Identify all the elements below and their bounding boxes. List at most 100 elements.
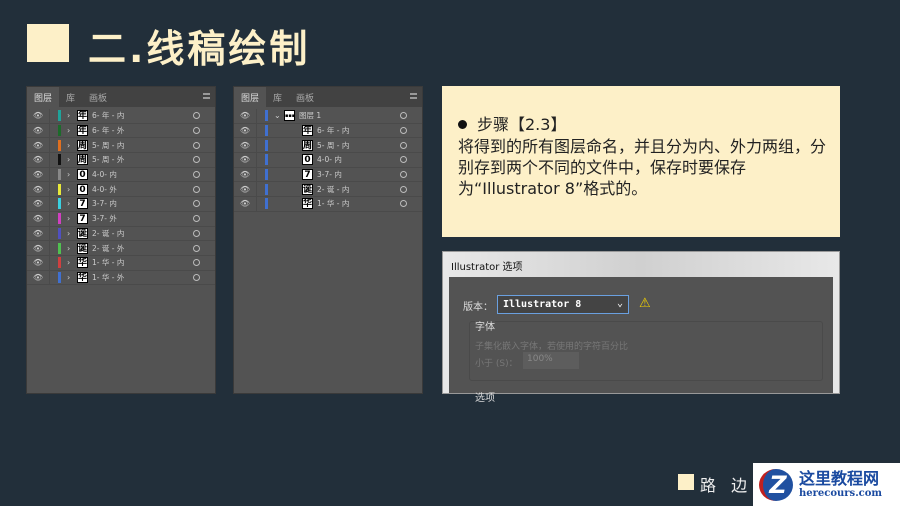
footer-square <box>678 474 694 490</box>
chevron-right-icon[interactable]: › <box>67 273 77 282</box>
eye-icon[interactable]: 👁 <box>27 244 49 253</box>
target-circle-icon[interactable] <box>193 259 200 267</box>
target-circle-icon[interactable] <box>193 273 200 281</box>
eye-icon[interactable]: 👁 <box>27 155 49 164</box>
percent-input[interactable]: 100% <box>523 352 579 369</box>
layer-thumbnail: ▪▪▪ <box>284 110 295 122</box>
tab-libraries[interactable]: 库 <box>266 87 289 107</box>
target-circle-icon[interactable] <box>400 112 407 120</box>
eye-icon[interactable]: 👁 <box>27 170 49 179</box>
layer-row[interactable]: 👁 › 周 5- 周 - 外 <box>27 153 215 168</box>
layer-thumbnail: 华 <box>77 271 88 283</box>
watermark: Z 这里教程网 herecours.com <box>753 463 900 506</box>
target-circle-icon[interactable] <box>400 156 407 164</box>
eye-icon[interactable]: 👁 <box>234 155 256 164</box>
tab-libraries[interactable]: 库 <box>59 87 82 107</box>
eye-icon[interactable]: 👁 <box>27 199 49 208</box>
tab-layers[interactable]: 图层 <box>27 87 60 107</box>
target-circle-icon[interactable] <box>193 141 200 149</box>
target-circle-icon[interactable] <box>400 141 407 149</box>
eye-icon[interactable]: 👁 <box>27 229 49 238</box>
layer-name: 1- 华 - 内 <box>92 258 125 268</box>
chevron-right-icon[interactable]: › <box>67 244 77 253</box>
layer-group-row[interactable]: 👁 ⌄ ▪▪▪ 图层 1 <box>234 109 422 124</box>
target-circle-icon[interactable] <box>193 156 200 164</box>
chevron-right-icon[interactable]: › <box>67 141 77 150</box>
layer-thumbnail: 华 <box>77 257 88 269</box>
eye-icon[interactable]: 👁 <box>234 199 256 208</box>
panel-menu-icon[interactable] <box>203 93 210 99</box>
eye-icon[interactable]: 👁 <box>234 111 256 120</box>
layer-name: 4-0- 内 <box>317 155 342 165</box>
panel-menu-icon[interactable] <box>410 93 417 99</box>
layer-row[interactable]: 👁 年 6- 年 - 内 <box>234 123 422 139</box>
layer-row[interactable]: 👁 诞 2- 诞 - 内 <box>234 182 422 198</box>
eye-icon[interactable]: 👁 <box>234 185 256 194</box>
tab-artboards[interactable]: 画板 <box>289 87 321 107</box>
tab-layers[interactable]: 图层 <box>234 87 267 107</box>
target-circle-icon[interactable] <box>400 127 407 135</box>
layer-row[interactable]: 👁 › 周 5- 周 - 内 <box>27 138 215 154</box>
layer-row[interactable]: 👁 › 0 4-0- 内 <box>27 167 215 183</box>
target-circle-icon[interactable] <box>193 200 200 208</box>
target-circle-icon[interactable] <box>400 200 407 208</box>
layer-row[interactable]: 👁 › 诞 2- 诞 - 外 <box>27 241 215 256</box>
chevron-right-icon[interactable]: › <box>67 199 77 208</box>
eye-icon[interactable]: 👁 <box>27 141 49 150</box>
eye-icon[interactable]: 👁 <box>234 141 256 150</box>
layer-row[interactable]: 👁 › 华 1- 华 - 外 <box>27 270 215 286</box>
chevron-right-icon[interactable]: › <box>67 155 77 164</box>
layer-row[interactable]: 👁 周 5- 周 - 内 <box>234 138 422 154</box>
layer-row[interactable]: 👁 › 诞 2- 诞 - 内 <box>27 226 215 242</box>
layer-name: 6- 年 - 内 <box>317 126 350 136</box>
chevron-right-icon[interactable]: › <box>67 258 77 267</box>
chevron-right-icon[interactable]: › <box>67 229 77 238</box>
tab-artboards[interactable]: 画板 <box>82 87 114 107</box>
eye-icon[interactable]: 👁 <box>27 273 49 282</box>
target-circle-icon[interactable] <box>193 215 200 223</box>
layer-name: 2- 诞 - 外 <box>92 243 125 253</box>
layer-color-bar <box>58 154 61 166</box>
target-circle-icon[interactable] <box>400 185 407 193</box>
target-circle-icon[interactable] <box>193 185 200 193</box>
layer-row[interactable]: 👁 › 年 6- 年 - 内 <box>27 109 215 124</box>
layer-row[interactable]: 👁 › 7 3-7- 内 <box>27 197 215 212</box>
layer-row[interactable]: 👁 › 0 4-0- 外 <box>27 182 215 198</box>
eye-icon[interactable]: 👁 <box>27 185 49 194</box>
layer-row[interactable]: 👁 0 4-0- 内 <box>234 153 422 168</box>
chevron-right-icon[interactable]: › <box>67 111 77 120</box>
target-circle-icon[interactable] <box>193 244 200 252</box>
layer-row[interactable]: 👁 › 7 3-7- 外 <box>27 211 215 227</box>
layer-row[interactable]: 👁 7 3-7- 内 <box>234 167 422 183</box>
target-circle-icon[interactable] <box>193 127 200 135</box>
layer-name: 4-0- 外 <box>92 184 117 194</box>
target-circle-icon[interactable] <box>193 229 200 237</box>
target-circle-icon[interactable] <box>400 171 407 179</box>
layer-row[interactable]: 👁 › 华 1- 华 - 内 <box>27 255 215 271</box>
chevron-down-icon[interactable]: ⌄ <box>274 111 284 120</box>
chevron-right-icon[interactable]: › <box>67 126 77 135</box>
chevron-right-icon[interactable]: › <box>67 214 77 223</box>
eye-icon[interactable]: 👁 <box>27 111 49 120</box>
layer-color-bar <box>58 271 61 283</box>
eye-icon[interactable]: 👁 <box>234 126 256 135</box>
version-select[interactable]: Illustrator 8 ⌄ <box>497 295 629 314</box>
layer-list: 👁 ⌄ ▪▪▪ 图层 1 👁 年 6- 年 - 内 👁 周 5- 周 - 内 👁… <box>234 109 422 212</box>
eye-icon[interactable]: 👁 <box>27 126 49 135</box>
title-square <box>27 24 69 62</box>
warning-icon: ⚠ <box>639 296 651 311</box>
step-textbox: 步骤【2.3】 将得到的所有图层命名，并且分为内、外力两组，分别存到两个不同的文… <box>442 86 840 237</box>
layer-row[interactable]: 👁 › 年 6- 年 - 外 <box>27 123 215 139</box>
target-circle-icon[interactable] <box>193 112 200 120</box>
chevron-right-icon[interactable]: › <box>67 170 77 179</box>
layer-list: 👁 › 年 6- 年 - 内 👁 › 年 6- 年 - 外 👁 › 周 5- 周… <box>27 109 215 286</box>
eye-icon[interactable]: 👁 <box>234 170 256 179</box>
target-circle-icon[interactable] <box>193 171 200 179</box>
layer-color-bar <box>58 183 61 195</box>
chevron-right-icon[interactable]: › <box>67 185 77 194</box>
dialog-title: Illustrator 选项 <box>451 262 523 273</box>
panel-tabs: 图层 库 画板 <box>27 87 215 107</box>
eye-icon[interactable]: 👁 <box>27 258 49 267</box>
eye-icon[interactable]: 👁 <box>27 214 49 223</box>
layer-row[interactable]: 👁 华 1- 华 - 内 <box>234 197 422 212</box>
